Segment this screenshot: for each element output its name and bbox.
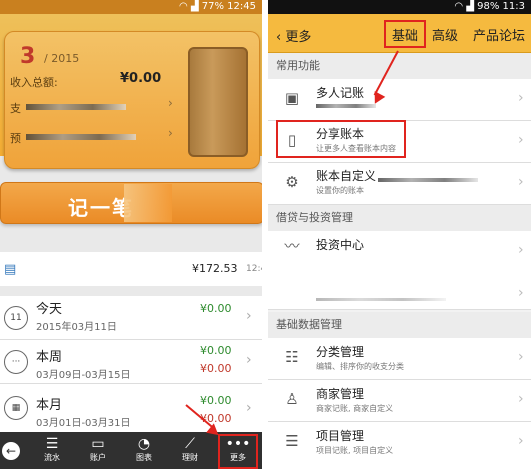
signal-icon: ▟: [190, 1, 202, 12]
nav-item-zhanghu[interactable]: ▭ 账户: [78, 436, 118, 469]
period-title: 本周: [36, 350, 63, 365]
period-expense: ¥0.00: [200, 362, 232, 375]
nav-label: 账户: [90, 453, 106, 462]
merchant-person-icon: ♙: [285, 390, 299, 408]
period-income: ¥0.00: [200, 394, 232, 407]
calendar-day-icon: 11: [4, 306, 28, 330]
row-title: 商家管理: [316, 387, 365, 401]
expense-blur: [26, 104, 126, 110]
period-income: ¥0.00: [200, 344, 232, 357]
card-icon: ▭: [91, 436, 105, 452]
income-label: 收入总额:: [10, 76, 58, 89]
section-basic-data: 基础数据管理: [268, 312, 531, 338]
row-book-custom[interactable]: [268, 163, 531, 205]
row-blur: [316, 298, 446, 301]
book-cover-image[interactable]: [188, 47, 248, 157]
chevron-right-icon[interactable]: ›: [518, 433, 524, 449]
chevron-right-icon[interactable]: ›: [518, 242, 524, 258]
row-title: 多人记账: [316, 86, 365, 100]
row-merchant-manage[interactable]: [268, 380, 531, 422]
settings-book-icon: ⚙: [285, 173, 299, 191]
chevron-right-icon[interactable]: ›: [168, 96, 173, 110]
status-bar: ◠ ▟ 98% 11:3: [268, 0, 531, 14]
calendar-month-icon: ▦: [4, 396, 28, 420]
nav-item-liushui[interactable]: ☰ 流水: [32, 436, 72, 469]
period-title: 本月: [36, 398, 63, 413]
signal-icon: ▟: [466, 1, 478, 12]
row-blur: [378, 178, 478, 182]
balance-value: ¥172.53: [192, 262, 238, 275]
project-stack-icon: ☰: [285, 432, 299, 450]
nav-label: 流水: [44, 453, 60, 462]
chevron-right-icon[interactable]: ›: [518, 132, 524, 148]
nav-item-licai[interactable]: ⟋ 理财: [170, 436, 210, 469]
row-sub-blur: [316, 104, 376, 108]
status-time: 11:3: [502, 1, 525, 12]
budget-label: 预: [10, 132, 21, 145]
book-year: / 2015: [44, 52, 80, 65]
row-title: 账本自定义: [316, 169, 377, 183]
nav-item-tubiao[interactable]: ◔ 图表: [124, 436, 164, 469]
chevron-right-icon[interactable]: ›: [518, 90, 524, 106]
chevron-right-icon[interactable]: ›: [246, 400, 252, 416]
row-project-manage[interactable]: [268, 422, 531, 469]
row-title: 投资中心: [316, 238, 365, 252]
period-date: 03月01日-03月31日: [36, 418, 131, 429]
left-screen: ◠ ▟ 77% 12:45 3 / 2015 收入总额: ¥0.00 支 › 预…: [0, 0, 262, 469]
nav-label: 理财: [182, 453, 198, 462]
period-date: 2015年03月11日: [36, 322, 117, 333]
calendar-week-icon: ···: [4, 350, 28, 374]
expense-label: 支: [10, 102, 21, 115]
period-title: 今天: [36, 302, 63, 317]
section-common: 常用功能: [268, 53, 531, 79]
row-subtitle: 商家记账, 商家自定义: [316, 404, 394, 413]
chevron-right-icon[interactable]: ›: [518, 349, 524, 365]
chevron-right-icon[interactable]: ›: [246, 308, 252, 324]
budget-blur: [26, 134, 136, 140]
chevron-right-icon[interactable]: ›: [518, 285, 524, 301]
row-subtitle: 设置你的账本: [316, 186, 364, 195]
highlight-box-more: [218, 434, 258, 469]
wifi-icon: ◠: [178, 1, 191, 12]
chevron-right-icon[interactable]: ›: [246, 352, 252, 368]
wallet-icon: ▤: [4, 262, 17, 277]
period-income: ¥0.00: [200, 302, 232, 315]
trend-line-icon: 〰: [284, 237, 300, 255]
row-title: 项目管理: [316, 429, 365, 443]
battery-level: 98%: [477, 1, 500, 12]
row-subtitle: 项目记账, 项目自定义: [316, 446, 394, 455]
record-blur: [124, 184, 172, 222]
balance-time: 12:45: [246, 264, 262, 274]
chevron-right-icon[interactable]: ›: [518, 391, 524, 407]
multi-user-book-icon: ▣: [284, 89, 300, 107]
highlight-box-share: [276, 120, 406, 158]
chevron-right-icon[interactable]: ›: [518, 174, 524, 190]
period-date: 03月09日-03月15日: [36, 370, 131, 381]
status-time: 12:45: [227, 1, 256, 12]
battery-level: 77%: [201, 1, 224, 12]
book-month: 3: [20, 44, 36, 69]
status-bar: ◠ ▟ 77% 12:45: [0, 0, 262, 14]
highlight-box-basic: [384, 20, 426, 48]
row-multi-user[interactable]: [268, 79, 531, 121]
chevron-left-icon: ‹: [276, 30, 286, 45]
chevron-right-icon[interactable]: ›: [168, 126, 173, 140]
trend-chart-icon: ⟋: [185, 436, 195, 452]
row-category-manage[interactable]: [268, 338, 531, 380]
row-title: 分类管理: [316, 345, 365, 359]
section-loan: 借贷与投资管理: [268, 205, 531, 231]
nav-label: 图表: [136, 453, 152, 462]
back-arrow-icon[interactable]: ←: [2, 442, 20, 460]
wifi-icon: ◠: [454, 1, 467, 12]
back-label: 更多: [285, 30, 312, 45]
pie-chart-icon: ◔: [137, 436, 151, 452]
tab-forum[interactable]: 产品论坛: [473, 25, 525, 44]
right-screen: ◠ ▟ 98% 11:3 ‹ 更多 基础 高级 产品论坛 常用功能 ▣ 多人记账…: [268, 0, 531, 469]
row-subtitle: 编辑、排序你的收支分类: [316, 362, 404, 371]
tab-advanced[interactable]: 高级: [432, 25, 458, 44]
category-list-icon: ☷: [285, 348, 299, 366]
back-button[interactable]: ‹ 更多: [276, 26, 311, 45]
income-value: ¥0.00: [120, 71, 162, 86]
list-icon: ☰: [45, 436, 59, 452]
